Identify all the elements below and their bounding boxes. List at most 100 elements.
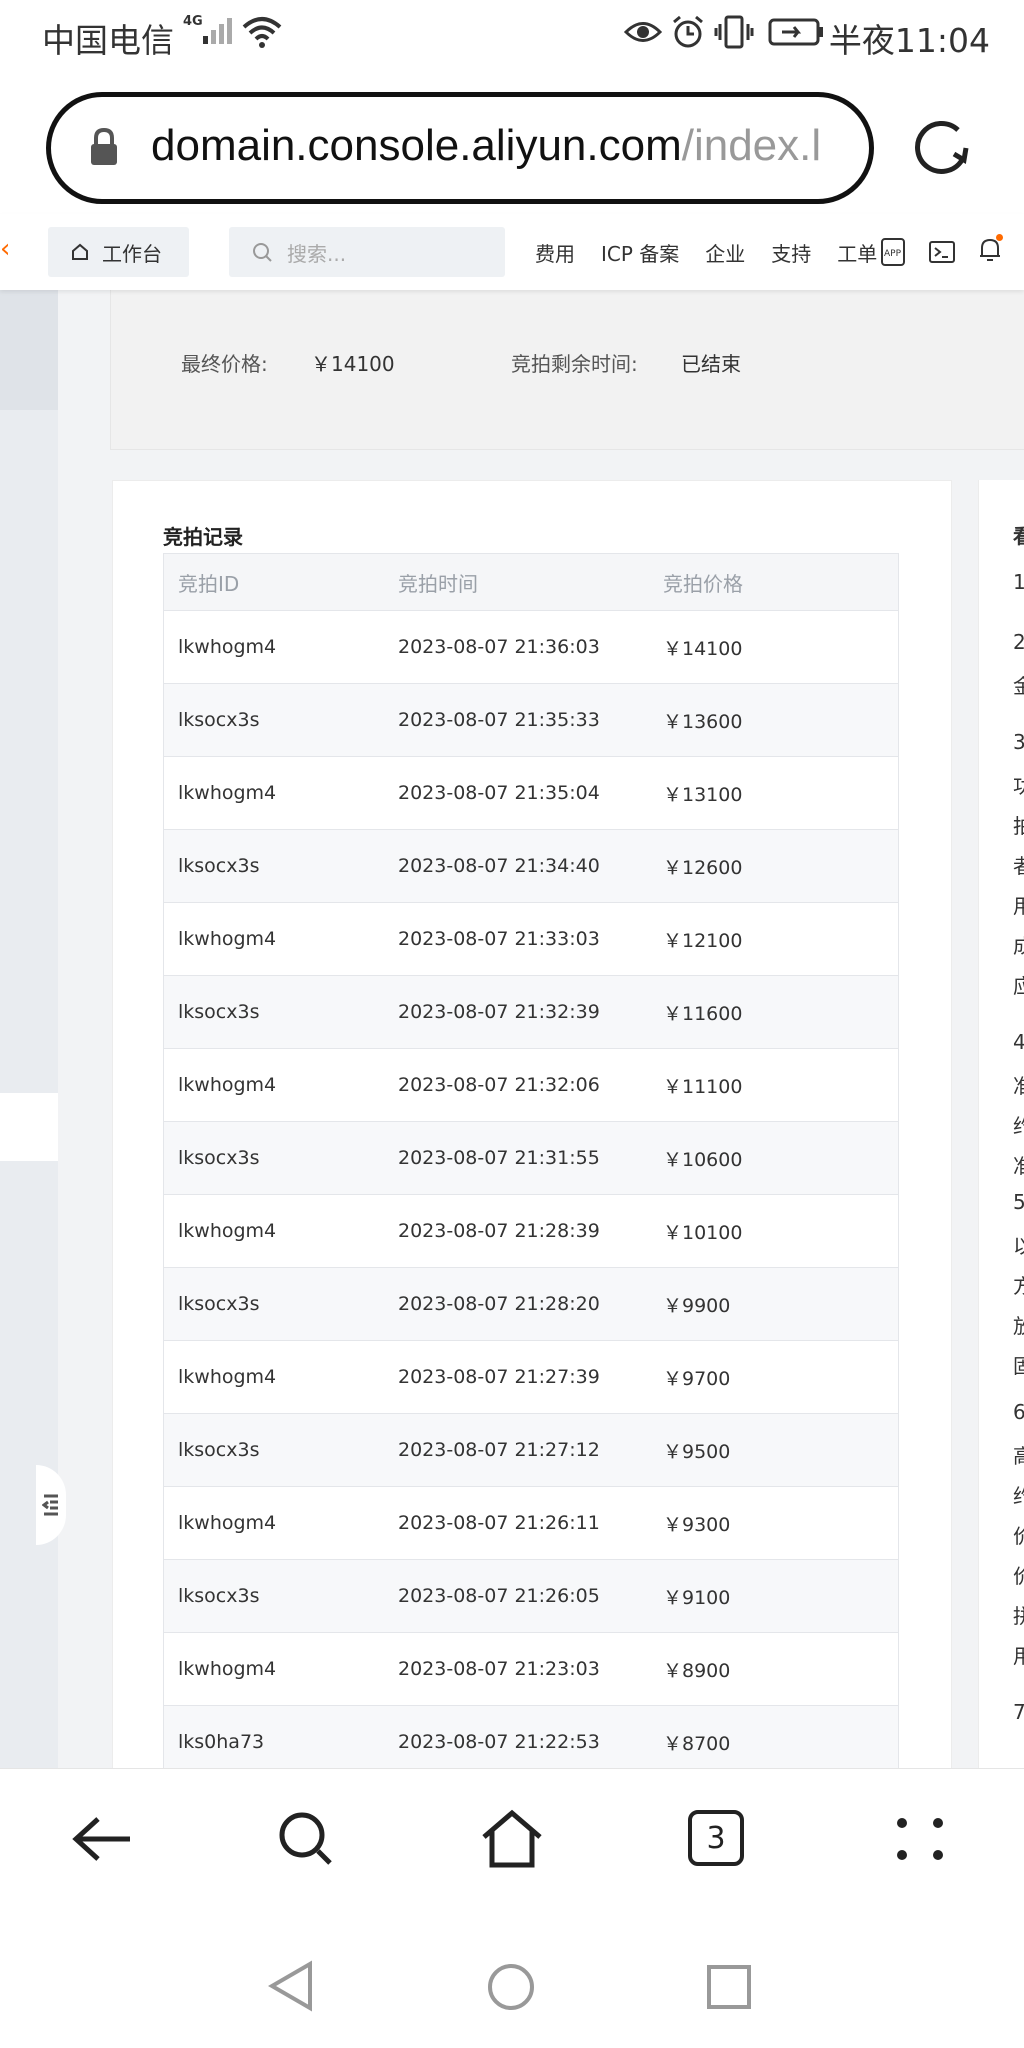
bid-price-cell: ￥13600 — [663, 710, 743, 733]
search-input[interactable]: 搜索... — [229, 227, 505, 277]
notification-bell[interactable] — [978, 234, 1003, 268]
table-row: lkwhogm4 2023-08-07 21:27:39 ￥9700 — [164, 1341, 898, 1414]
bid-time-cell: 2023-08-07 21:31:55 — [398, 1147, 600, 1169]
app-icon[interactable]: APP — [880, 237, 906, 267]
table-row: lkwhogm4 2023-08-07 21:32:06 ￥11100 — [164, 1049, 898, 1122]
table-row: lkwhogm4 2023-08-07 21:23:03 ￥8900 — [164, 1633, 898, 1706]
rules-text-fragment: 7 — [1013, 1700, 1024, 1724]
wifi-icon — [242, 17, 282, 48]
nav-link-ticket[interactable]: 工单 — [837, 238, 877, 267]
rules-text-fragment: 者 — [1013, 854, 1024, 878]
bid-price-cell: ￥13100 — [663, 783, 743, 806]
status-bar: 中国电信 4G 半夜11:04 — [0, 0, 1024, 70]
rules-text-fragment: 金 — [1013, 674, 1024, 698]
final-price-label: 最终价格: — [181, 352, 268, 376]
bid-time-cell: 2023-08-07 21:23:03 — [398, 1658, 600, 1680]
back-icon[interactable] — [70, 1809, 134, 1869]
system-home-icon[interactable] — [486, 1962, 536, 2012]
menu-dots-icon[interactable] — [894, 1809, 946, 1869]
rules-text-fragment: 以 — [1013, 1234, 1024, 1258]
bid-time-cell: 2023-08-07 21:35:04 — [398, 782, 600, 804]
bid-price-cell: ￥12600 — [663, 856, 743, 879]
bid-price-cell: ￥12100 — [663, 929, 743, 952]
table-row: lkwhogm4 2023-08-07 21:28:39 ￥10100 — [164, 1195, 898, 1268]
console-menu-icon[interactable]: ‹ — [0, 234, 10, 264]
rules-text-fragment: 用 — [1013, 894, 1024, 918]
console-top-nav: ‹ 工作台 搜索... 费用 ICP 备案 企业 支持 工单 APP — [0, 214, 1024, 290]
signal-icon: 4G — [183, 14, 235, 48]
bid-time-cell: 2023-08-07 21:27:39 — [398, 1366, 600, 1388]
tabs-button[interactable]: 3 — [688, 1810, 744, 1866]
bid-id-cell: lksocx3s — [178, 1293, 260, 1315]
clock: 半夜11:04 — [828, 21, 990, 60]
nav-link-enterprise[interactable]: 企业 — [705, 238, 745, 267]
rules-text-fragment: 6 — [1013, 1400, 1024, 1424]
url-text[interactable]: domain.console.aliyun.com/index.l — [151, 121, 821, 171]
bid-id-cell: lks0ha73 — [178, 1731, 265, 1753]
rules-text-fragment: 成 — [1013, 934, 1024, 958]
rules-text-fragment: 拼 — [1013, 1604, 1024, 1628]
bid-records-card: 竞拍记录 竞拍ID 竞拍时间 竞拍价格 lkwhogm4 2023-08-07 2… — [112, 480, 952, 1768]
rules-text-fragment: 看 — [1013, 524, 1024, 548]
lock-icon — [91, 127, 117, 165]
table-row: lksocx3s 2023-08-07 21:26:05 ￥9100 — [164, 1560, 898, 1633]
bid-time-cell: 2023-08-07 21:26:11 — [398, 1512, 600, 1534]
system-back-icon[interactable] — [268, 1960, 314, 2012]
table-row: lkwhogm4 2023-08-07 21:26:11 ￥9300 — [164, 1487, 898, 1560]
rules-text-fragment: 固 — [1013, 1354, 1024, 1378]
bid-id-cell: lkwhogm4 — [178, 1366, 277, 1388]
vibrate-icon — [714, 15, 754, 49]
bid-records-table: 竞拍ID 竞拍时间 竞拍价格 lkwhogm4 2023-08-07 21:36:… — [163, 553, 899, 1768]
home-icon — [72, 243, 88, 260]
bid-price-cell: ￥8700 — [663, 1732, 731, 1755]
search-icon[interactable] — [276, 1809, 336, 1869]
column-header-time: 竞拍时间 — [398, 571, 478, 596]
battery-icon — [768, 18, 823, 46]
nav-link-fees[interactable]: 费用 — [535, 238, 575, 267]
reload-icon[interactable] — [914, 118, 974, 180]
rules-text-fragment: 5 — [1013, 1190, 1024, 1214]
table-row: lksocx3s 2023-08-07 21:32:39 ￥11600 — [164, 976, 898, 1049]
bid-id-cell: lkwhogm4 — [178, 1074, 277, 1096]
rules-panel: 看12金3功拍者用成应4准约准5以方放固6高约价价拼用7 — [978, 480, 1024, 1768]
bid-id-cell: lksocx3s — [178, 1439, 260, 1461]
search-icon — [253, 243, 272, 262]
bid-price-cell: ￥10600 — [663, 1148, 743, 1171]
bid-id-cell: lkwhogm4 — [178, 1658, 277, 1680]
system-nav-bar — [0, 1926, 1024, 2048]
table-row: lkwhogm4 2023-08-07 21:35:04 ￥13100 — [164, 757, 898, 830]
bid-price-cell: ￥11600 — [663, 1002, 743, 1025]
bid-id-cell: lkwhogm4 — [178, 1220, 277, 1242]
home-icon[interactable] — [480, 1809, 544, 1869]
tab-count: 3 — [706, 1820, 726, 1856]
bid-price-cell: ￥10100 — [663, 1221, 743, 1244]
system-recents-icon[interactable] — [706, 1964, 752, 2010]
workbench-button[interactable]: 工作台 — [48, 227, 189, 277]
auction-summary-card: 最终价格: ￥14100 竞拍剩余时间: 已结束 — [110, 290, 1024, 450]
bid-records-title: 竞拍记录 — [163, 525, 243, 549]
bid-price-cell: ￥9900 — [663, 1294, 731, 1317]
rules-text-fragment: 高 — [1013, 1444, 1024, 1468]
workbench-label: 工作台 — [102, 241, 162, 266]
column-header-id: 竞拍ID — [178, 571, 240, 596]
terminal-icon[interactable] — [928, 239, 956, 265]
notification-dot — [996, 234, 1003, 241]
bid-time-cell: 2023-08-07 21:28:20 — [398, 1293, 600, 1315]
remaining-time-value: 已结束 — [681, 352, 741, 376]
nav-link-support[interactable]: 支持 — [771, 238, 811, 267]
bid-id-cell: lkwhogm4 — [178, 928, 277, 950]
rules-text-fragment: 价 — [1013, 1524, 1024, 1548]
bid-price-cell: ￥9500 — [663, 1440, 731, 1463]
collapse-sidebar-button[interactable] — [36, 1465, 66, 1545]
rules-text-fragment: 3 — [1013, 730, 1024, 754]
carrier-name: 中国电信 — [42, 21, 174, 60]
bid-price-cell: ￥9100 — [663, 1586, 731, 1609]
rules-text-fragment: 方 — [1013, 1274, 1024, 1298]
rules-text-fragment: 应 — [1013, 974, 1024, 998]
table-row: lks0ha73 2023-08-07 21:22:53 ￥8700 — [164, 1706, 898, 1768]
nav-link-icp[interactable]: ICP 备案 — [601, 238, 679, 267]
bid-id-cell: lkwhogm4 — [178, 636, 277, 658]
browser-toolbar: 3 — [0, 1768, 1024, 1926]
address-bar[interactable]: domain.console.aliyun.com/index.l — [46, 92, 874, 204]
bid-time-cell: 2023-08-07 21:22:53 — [398, 1731, 600, 1753]
